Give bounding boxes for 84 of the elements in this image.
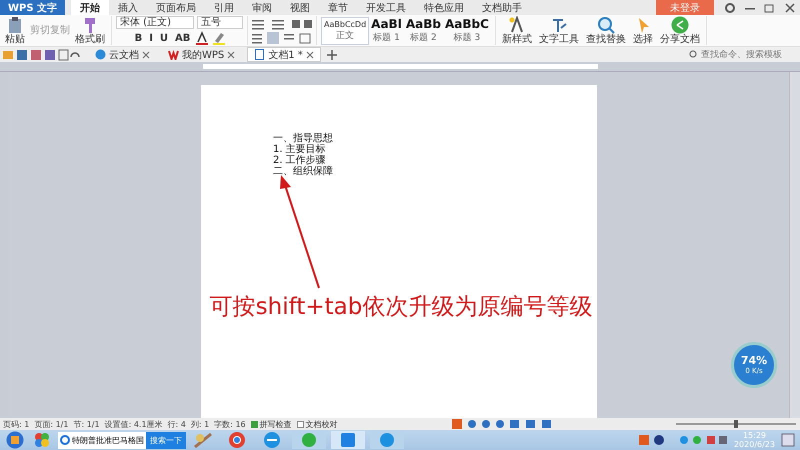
style-preset[interactable]: AaBbCcDd 正文	[321, 16, 370, 44]
paste-button[interactable]: 粘贴	[3, 16, 27, 45]
clock-date: 2020/6/23	[734, 440, 775, 449]
style-preset[interactable]: AaBl 标题 1	[369, 16, 404, 44]
document-line: 一、指导思想	[273, 133, 334, 144]
align-icon[interactable]	[252, 32, 312, 44]
close-icon[interactable]	[783, 2, 797, 14]
status-item: 字数: 16	[214, 418, 246, 430]
clock-time: 15:29	[742, 431, 766, 440]
style-name: 正文	[336, 30, 354, 42]
document-tab[interactable]: 我的WPS	[162, 47, 242, 62]
wps-writer-icon[interactable]	[331, 431, 365, 449]
ribbon-tab[interactable]: 特色应用	[415, 0, 474, 15]
style-name: 标题 1	[373, 32, 400, 44]
format-button[interactable]: AB	[173, 32, 192, 44]
document-line: 二、组织保障	[273, 166, 334, 177]
status-item: 设置值: 4.1厘米	[104, 418, 163, 430]
letter-a-icon	[508, 16, 526, 34]
style-preview: AaBb	[406, 17, 441, 31]
format-button[interactable]: I	[147, 32, 155, 44]
close-icon[interactable]	[142, 50, 150, 58]
search-icon	[689, 50, 698, 59]
font-color-icon[interactable]	[195, 31, 210, 45]
ribbon-tab[interactable]: 开始	[71, 0, 110, 15]
font-size-dropdown[interactable]: 五号	[197, 16, 243, 29]
status-toggle[interactable]: 文档校对	[296, 418, 338, 430]
ribbon-tool-button[interactable]: 分享文档	[658, 16, 702, 45]
annotation-text: 可按shift+tab依次升级为原编号等级	[208, 293, 594, 322]
format-button[interactable]: U	[158, 32, 170, 44]
ribbon-tab[interactable]: 章节	[319, 0, 358, 15]
style-preview: AaBbC	[444, 17, 489, 31]
new-tab-icon[interactable]	[326, 50, 337, 60]
close-icon[interactable]	[306, 50, 314, 58]
taskbar-search-field[interactable]: 特朗普批准巴马格国	[58, 432, 146, 448]
app-menu-button[interactable]: WPS 文字	[0, 0, 66, 15]
browser-icon[interactable]	[370, 431, 404, 449]
style-name: 标题 3	[454, 32, 480, 44]
ribbon-tab[interactable]: 页面布局	[147, 0, 206, 15]
slider-thumb[interactable]	[734, 420, 738, 428]
style-preset[interactable]: AaBb 标题 2	[404, 16, 443, 44]
ribbon-tab[interactable]: 插入	[109, 0, 148, 15]
status-item: 行: 4	[168, 418, 186, 430]
status-item: 节: 1/1	[73, 418, 100, 430]
ribbon-tool-button[interactable]: 文字工具	[536, 16, 581, 45]
document-line: 2. 工作步骤	[273, 155, 326, 166]
start-button[interactable]	[4, 431, 26, 449]
ribbon-tool-button[interactable]: 查找替换	[584, 16, 628, 45]
search-button[interactable]: 搜索一下	[146, 432, 186, 448]
status-item: 列: 1	[190, 418, 210, 430]
notification-icon[interactable]	[780, 432, 796, 448]
cloud-icon	[95, 49, 106, 60]
search-icon	[596, 16, 615, 34]
checkbox[interactable]	[296, 420, 304, 428]
system-tray-icons[interactable]	[638, 434, 729, 446]
checkbox[interactable]	[250, 420, 258, 428]
style-preset[interactable]: AaBbC 标题 3	[442, 16, 491, 44]
speed-percent: 74%	[740, 354, 768, 366]
ribbon-tab[interactable]: 文档助手	[473, 0, 532, 15]
status-toggle[interactable]: 拼写检查	[250, 418, 292, 430]
status-item: 页码: 1	[3, 418, 30, 430]
document-icon	[254, 49, 266, 60]
list-icon[interactable]	[252, 18, 312, 30]
clipboard-icon	[6, 16, 24, 34]
w-logo-icon	[168, 49, 179, 60]
scroll-bar[interactable]	[789, 72, 800, 418]
ribbon-tab[interactable]: 开发工具	[357, 0, 416, 15]
ribbon-tab[interactable]: 引用	[205, 0, 244, 15]
ribbon-tool-button[interactable]: 新样式	[500, 16, 534, 45]
style-preview: AaBbCcDd	[324, 20, 366, 28]
settings-icon[interactable]	[723, 2, 737, 14]
ribbon-tool-button[interactable]: 选择	[630, 16, 655, 45]
ribbon-tab[interactable]: 审阅	[243, 0, 282, 15]
document-line: 1. 主要目标	[273, 144, 327, 155]
font-name-dropdown[interactable]: 宋体 (正文)	[116, 16, 194, 29]
format-button[interactable]: B	[132, 32, 144, 44]
status-item: 页面: 1/1	[34, 418, 68, 430]
browser-icon	[60, 435, 70, 445]
close-icon[interactable]	[227, 50, 236, 58]
style-name: 标题 2	[410, 32, 437, 44]
document-tab[interactable]: 文档1 *	[247, 47, 321, 62]
style-preview: AaBl	[371, 17, 402, 31]
ribbon-tab[interactable]: 视图	[281, 0, 320, 15]
format-painter-button[interactable]: 格式刷	[73, 16, 107, 45]
document-tab[interactable]: 云文档	[89, 47, 156, 62]
